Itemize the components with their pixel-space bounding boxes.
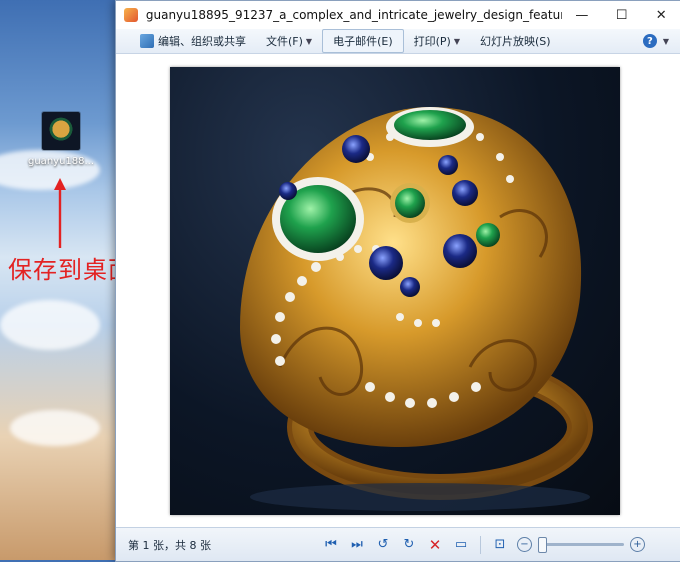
image-thumbnail xyxy=(42,112,80,150)
menu-toolbar: 编辑、组织或共享 文件(F) ▼ 电子邮件(E) 打印(P) ▼ 幻灯片放映(S… xyxy=(116,29,680,54)
delete-icon[interactable]: ✕ xyxy=(422,534,448,556)
file-menu[interactable]: 文件(F) ▼ xyxy=(256,30,322,52)
annotation-arrow xyxy=(54,178,66,248)
print-label: 打印(P) xyxy=(413,35,451,48)
slideshow-icon[interactable]: ▭ xyxy=(448,534,474,556)
actual-size-icon[interactable]: ⊡ xyxy=(487,534,513,556)
photo-viewer-window: guanyu18895_91237_a_complex_and_intricat… xyxy=(115,0,680,562)
cloud xyxy=(0,300,100,350)
file-label: 文件(F) xyxy=(266,35,303,48)
slideshow-label: 幻灯片放映(S) xyxy=(480,35,551,48)
next-icon[interactable]: ⏭ xyxy=(344,534,370,556)
close-button[interactable]: ✕ xyxy=(641,1,680,29)
zoom-slider-handle[interactable] xyxy=(538,537,547,553)
window-title: guanyu18895_91237_a_complex_and_intricat… xyxy=(145,8,562,22)
jewelry-ring-photo xyxy=(170,67,620,515)
zoom-out-icon[interactable]: − xyxy=(517,537,532,552)
chevron-down-icon: ▼ xyxy=(305,36,313,46)
chevron-down-icon[interactable]: ▼ xyxy=(663,37,669,46)
minimize-button[interactable]: — xyxy=(562,1,602,29)
organize-label: 编辑、组织或共享 xyxy=(158,35,246,48)
title-bar: guanyu18895_91237_a_complex_and_intricat… xyxy=(116,1,680,29)
slideshow-button[interactable]: 幻灯片放映(S) xyxy=(470,30,561,52)
chevron-down-icon: ▼ xyxy=(453,36,460,46)
photo-viewer-icon xyxy=(124,8,138,22)
ring-illustration xyxy=(240,107,593,511)
desktop-file-label: guanyu188... xyxy=(28,156,95,167)
organize-icon xyxy=(140,34,154,48)
desktop-file-icon[interactable]: guanyu188... xyxy=(28,112,94,167)
print-menu[interactable]: 打印(P) ▼ xyxy=(404,30,470,52)
rotate-ccw-icon[interactable]: ↺ xyxy=(370,534,396,556)
cloud xyxy=(10,410,100,446)
maximize-button[interactable]: ☐ xyxy=(602,1,642,29)
zoom-in-icon[interactable]: + xyxy=(630,537,645,552)
zoom-slider[interactable] xyxy=(538,537,624,553)
status-bar: 第 1 张，共 8 张 ⏮ ⏭ ↺ ↻ ✕ ▭ ⊡ − + xyxy=(116,527,680,561)
email-label: 电子邮件(E) xyxy=(333,35,393,48)
rotate-cw-icon[interactable]: ↻ xyxy=(396,534,422,556)
zoom-control: − + xyxy=(517,537,645,553)
toolbar-divider xyxy=(480,535,481,554)
image-view-area xyxy=(116,55,680,528)
help-icon[interactable]: ? xyxy=(642,34,657,48)
page-counter: 第 1 张，共 8 张 xyxy=(128,538,211,552)
email-button[interactable]: 电子邮件(E) xyxy=(322,29,404,53)
organize-menu[interactable]: 编辑、组织或共享 xyxy=(130,30,256,52)
prev-icon[interactable]: ⏮ xyxy=(318,534,344,556)
